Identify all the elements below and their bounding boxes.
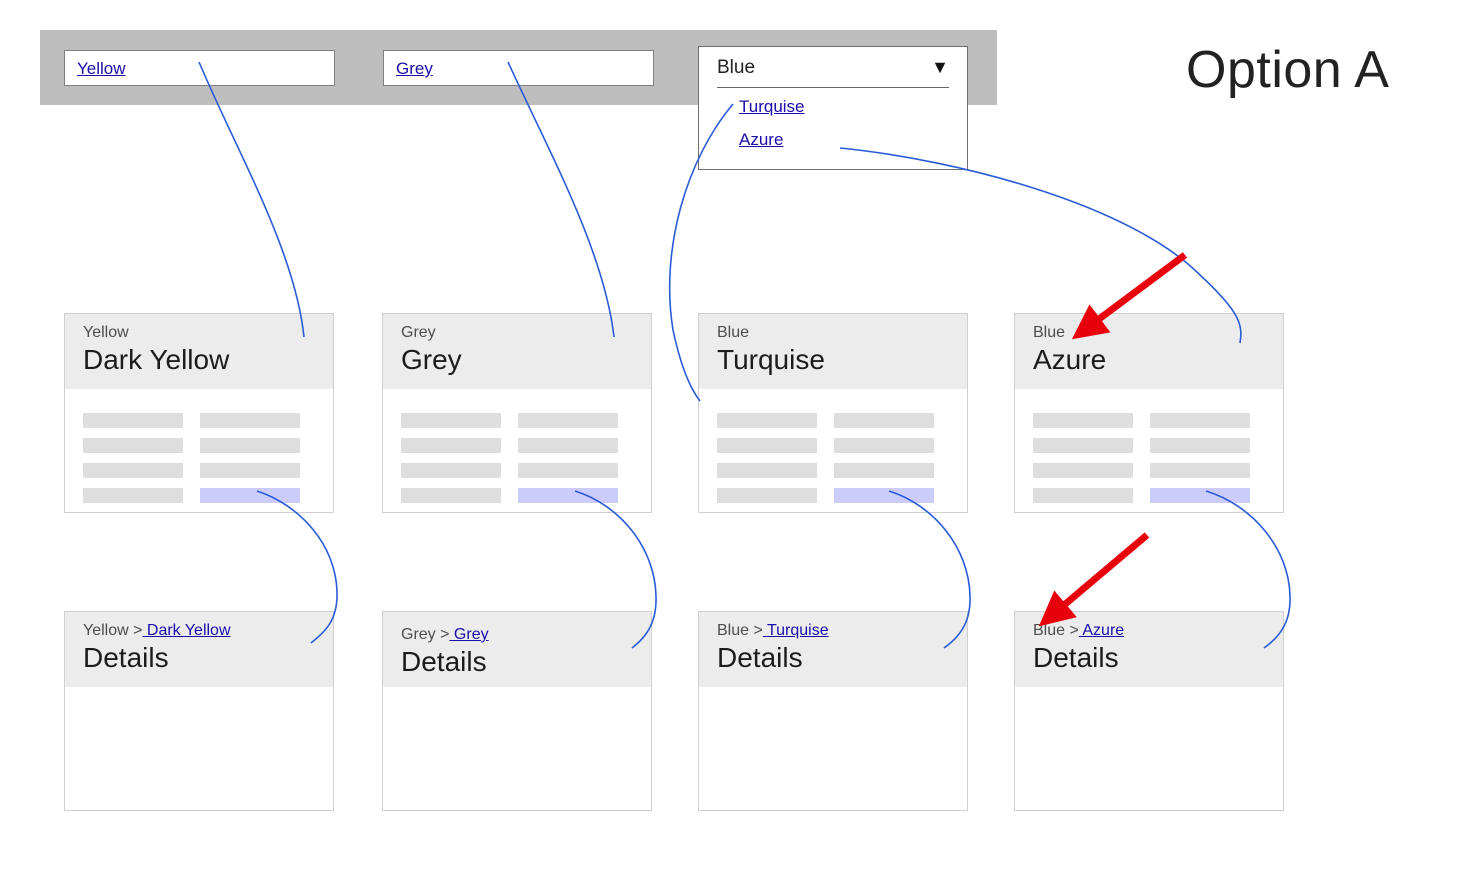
card-eyebrow: Grey [401, 324, 436, 341]
placeholder-bar [200, 413, 300, 428]
card-title: Details [1033, 642, 1119, 673]
breadcrumb: Blue > Turquise [717, 622, 829, 640]
placeholder-bar-accent[interactable] [1150, 488, 1250, 503]
card-title: Turquise [717, 344, 825, 375]
placeholder-bar [834, 463, 934, 478]
card-eyebrow: Blue [717, 324, 750, 341]
card-eyebrow: Blue [1033, 324, 1066, 341]
details-card-grey[interactable]: Grey > Grey Details [382, 611, 652, 811]
dropdown-selected-value: Blue [717, 57, 756, 78]
placeholder-bar [1150, 463, 1250, 478]
dropdown-blue[interactable]: Blue ▼ Turquise Azure [698, 46, 968, 170]
placeholder-bar [1033, 488, 1133, 503]
details-card-dark-yellow[interactable]: Yellow > Dark Yellow Details [64, 611, 334, 811]
placeholder-bar [200, 463, 300, 478]
card-header: Blue > Azure Details [1015, 612, 1283, 687]
card-body [699, 389, 967, 512]
card-header: Grey Grey [383, 314, 651, 389]
placeholder-bar [401, 438, 501, 453]
placeholder-bar-accent[interactable] [834, 488, 934, 503]
placeholder-bar [1033, 438, 1133, 453]
card-header: Grey > Grey Details [383, 612, 651, 687]
breadcrumb: Blue > Azure [1033, 622, 1124, 640]
card-title: Grey [401, 344, 462, 375]
nav-link-yellow[interactable]: Yellow [77, 59, 126, 79]
card-body [383, 389, 651, 512]
breadcrumb: Yellow > Dark Yellow [83, 622, 231, 640]
breadcrumb-leaf-link[interactable]: Azure [1079, 622, 1124, 639]
placeholder-bar [401, 463, 501, 478]
placeholder-bar [200, 438, 300, 453]
card-header: Blue Azure [1015, 314, 1283, 389]
card-header: Blue Turquise [699, 314, 967, 389]
placeholder-bar [1033, 413, 1133, 428]
card-title: Dark Yellow [83, 344, 230, 375]
breadcrumb-root: Blue > [717, 622, 763, 639]
page-title: Option A [1186, 41, 1390, 99]
placeholder-bar [1150, 438, 1250, 453]
card-header: Yellow > Dark Yellow Details [65, 612, 333, 687]
nav-box-yellow[interactable]: Yellow [64, 50, 335, 86]
placeholder-bar [717, 413, 817, 428]
nav-box-grey[interactable]: Grey [383, 50, 654, 86]
breadcrumb-root: Grey > [401, 626, 450, 643]
placeholder-bar [834, 438, 934, 453]
card-title: Details [401, 646, 487, 677]
red-arrow-azure-breadcrumb [1038, 532, 1150, 627]
breadcrumb: Grey > Grey [401, 626, 489, 644]
breadcrumb-leaf-link[interactable]: Turquise [763, 622, 829, 639]
chevron-down-icon[interactable]: ▼ [931, 58, 949, 76]
card-turquise[interactable]: Blue Turquise [698, 313, 968, 513]
nav-link-grey[interactable]: Grey [396, 59, 433, 79]
placeholder-bar [717, 463, 817, 478]
placeholder-bar [518, 463, 618, 478]
placeholder-bar [401, 413, 501, 428]
breadcrumb-leaf-link[interactable]: Grey [449, 626, 489, 643]
card-title: Details [717, 642, 803, 673]
placeholder-bar [518, 413, 618, 428]
card-header: Yellow Dark Yellow [65, 314, 333, 389]
card-eyebrow: Yellow [83, 324, 129, 341]
placeholder-bar [401, 488, 501, 503]
placeholder-bar [83, 488, 183, 503]
dropdown-option-turquise[interactable]: Turquise [739, 97, 805, 117]
placeholder-bar [834, 413, 934, 428]
placeholder-bar [83, 413, 183, 428]
card-title: Details [83, 642, 169, 673]
card-grey[interactable]: Grey Grey [382, 313, 652, 513]
details-card-azure[interactable]: Blue > Azure Details [1014, 611, 1284, 811]
breadcrumb-leaf-link[interactable]: Dark Yellow [142, 622, 231, 639]
placeholder-bar [717, 488, 817, 503]
placeholder-bar [717, 438, 817, 453]
dropdown-trigger[interactable]: Blue ▼ [717, 57, 949, 88]
card-dark-yellow[interactable]: Yellow Dark Yellow [64, 313, 334, 513]
placeholder-bar [518, 438, 618, 453]
placeholder-bar [83, 463, 183, 478]
placeholder-bar-accent[interactable] [200, 488, 300, 503]
card-azure[interactable]: Blue Azure [1014, 313, 1284, 513]
breadcrumb-root: Yellow > [83, 622, 143, 639]
details-card-turquise[interactable]: Blue > Turquise Details [698, 611, 968, 811]
placeholder-bar [1150, 413, 1250, 428]
card-body [65, 389, 333, 512]
card-header: Blue > Turquise Details [699, 612, 967, 687]
placeholder-bar [83, 438, 183, 453]
placeholder-bar [1033, 463, 1133, 478]
card-body [1015, 389, 1283, 512]
dropdown-option-azure[interactable]: Azure [739, 130, 783, 150]
placeholder-bar-accent[interactable] [518, 488, 618, 503]
card-title: Azure [1033, 344, 1107, 375]
breadcrumb-root: Blue > [1033, 622, 1079, 639]
